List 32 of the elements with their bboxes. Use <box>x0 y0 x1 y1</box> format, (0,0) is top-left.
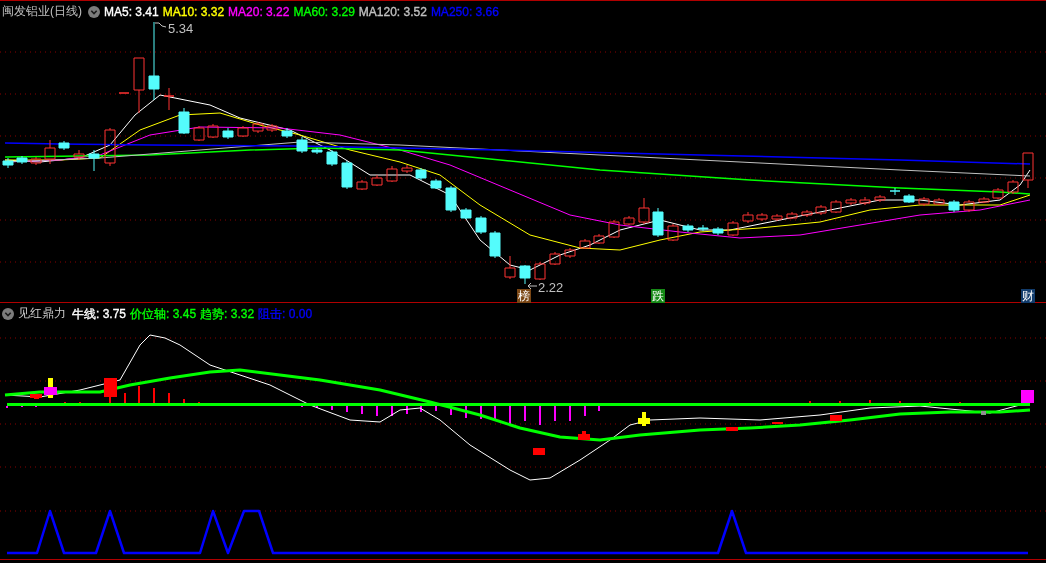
signal-marker <box>981 411 986 415</box>
signal-marker <box>533 448 545 455</box>
leader-line <box>154 22 167 28</box>
moving-average-value: MA5: 3.41 <box>104 4 159 19</box>
indicator-title: 见红鼎力 <box>18 305 66 322</box>
leader-arrow <box>527 282 538 290</box>
moving-average-value: MA120: 3.52 <box>358 4 427 19</box>
moving-average-value: MA60: 3.29 <box>293 4 355 19</box>
signal-marker <box>638 412 650 426</box>
signal-marker <box>30 394 42 399</box>
signal-marker <box>772 422 783 424</box>
high-price-label: 5.34 <box>168 22 194 35</box>
moving-average-value: MA20: 3.22 <box>228 4 290 19</box>
dropdown-icon[interactable] <box>88 5 100 18</box>
indicator-value: 趋势: 3.32 <box>200 306 255 321</box>
signal-marker <box>44 378 57 398</box>
signal-marker <box>104 378 117 397</box>
event-badge[interactable]: 财 <box>1021 289 1035 303</box>
signal-marker <box>726 427 738 431</box>
indicator-value: 牛线: 3.75 <box>72 306 127 321</box>
dropdown-icon[interactable] <box>2 307 14 320</box>
signal-marker <box>1021 390 1034 403</box>
signal-marker <box>830 415 842 421</box>
moving-average-value: MA250: 3.66 <box>430 4 499 19</box>
low-price-label: 2.22 <box>538 281 564 294</box>
indicator-value: 阻击: 0.00 <box>258 306 313 321</box>
chart-title: 闽发铝业(日线) <box>2 3 82 20</box>
event-badge[interactable]: 跌 <box>651 289 665 303</box>
event-badge[interactable]: 榜 <box>517 289 531 303</box>
moving-average-value: MA10: 3.32 <box>162 4 225 19</box>
indicator-value: 价位轴: 3.45 <box>130 306 197 321</box>
signal-marker <box>578 431 590 440</box>
